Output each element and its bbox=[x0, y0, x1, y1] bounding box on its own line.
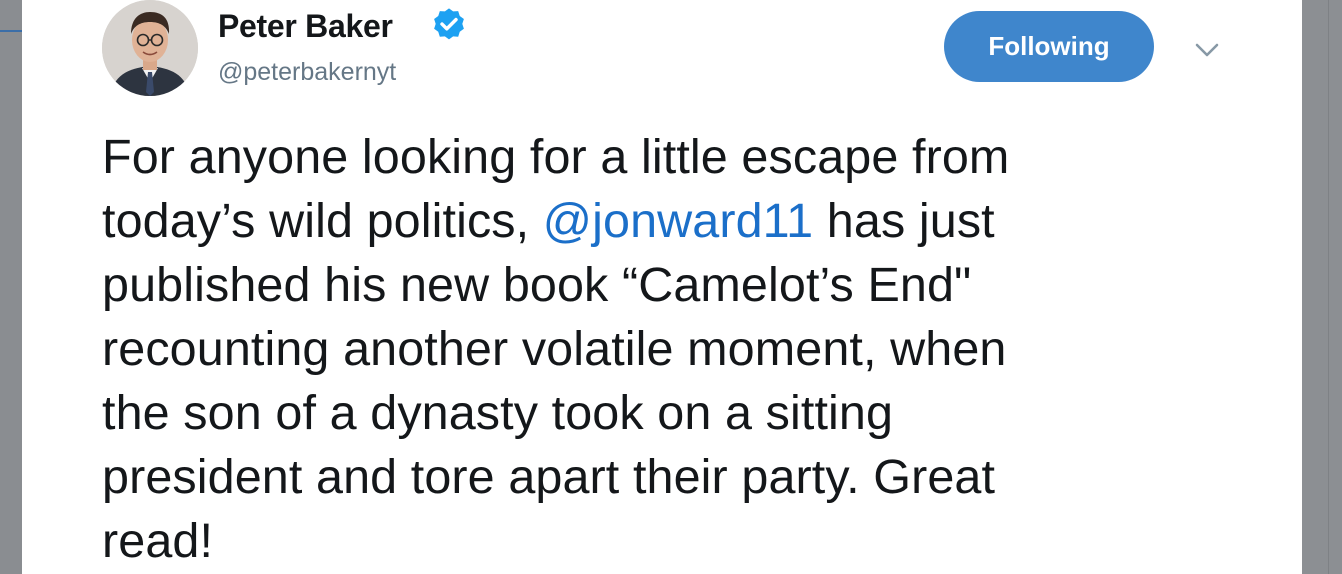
background-right-strip bbox=[1302, 0, 1342, 574]
tweet-text-segment: today’s wild politics, bbox=[102, 194, 543, 248]
tweet-line: president and tore apart their party. Gr… bbox=[102, 450, 996, 504]
tweet-line: read! bbox=[102, 514, 214, 568]
tweet-card: Peter Baker @peterbakernyt Following For… bbox=[22, 0, 1302, 574]
tweet-text-segment: has just bbox=[813, 194, 995, 248]
tweet-line: the son of a dynasty took on a sitting bbox=[102, 386, 894, 440]
tweet-line: For anyone looking for a little escape f… bbox=[102, 130, 1010, 184]
author-name[interactable]: Peter Baker bbox=[218, 8, 393, 45]
tweet-line: recounting another volatile moment, when bbox=[102, 322, 1007, 376]
verified-badge-icon bbox=[430, 6, 468, 44]
following-button[interactable]: Following bbox=[944, 11, 1154, 82]
avatar[interactable] bbox=[102, 0, 198, 96]
tweet-line: today’s wild politics, @jonward11 has ju… bbox=[102, 189, 1202, 253]
profile-photo-icon bbox=[102, 0, 198, 96]
chevron-down-icon[interactable] bbox=[1192, 36, 1222, 64]
background-divider bbox=[1328, 0, 1329, 574]
mention-link[interactable]: @jonward11 bbox=[543, 194, 813, 248]
background-left-strip bbox=[0, 0, 22, 574]
tweet-text: For anyone looking for a little escape f… bbox=[102, 125, 1202, 573]
tweet-line: published his new book “Camelot’s End" bbox=[102, 258, 972, 312]
background-accent-line bbox=[0, 30, 22, 32]
author-handle[interactable]: @peterbakernyt bbox=[218, 58, 396, 87]
